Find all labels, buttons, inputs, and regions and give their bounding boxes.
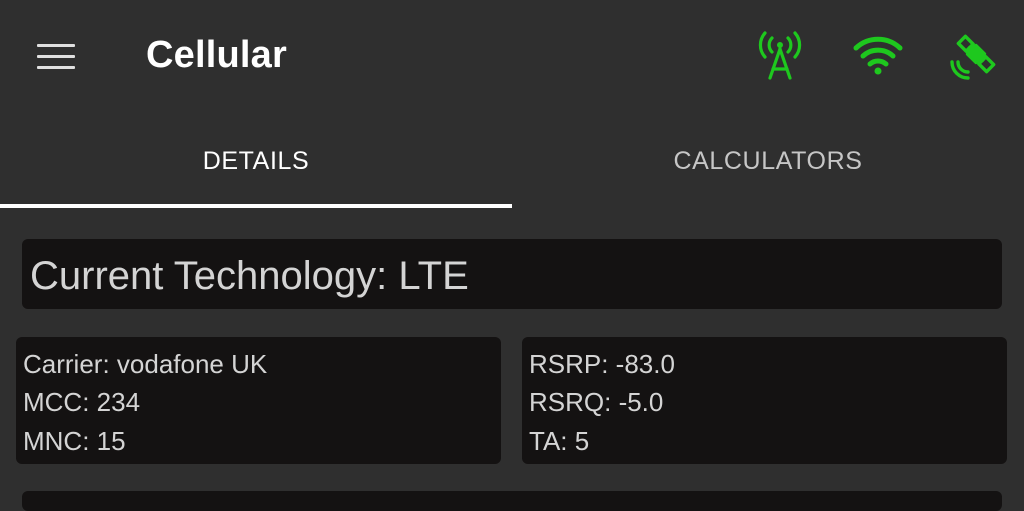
tab-bar: DETAILS CALCULATORS <box>0 112 1024 210</box>
mcc-label: MCC: 234 <box>23 387 141 417</box>
tab-details[interactable]: DETAILS <box>0 112 512 210</box>
signal-info-card: RSRP: -83.0 RSRQ: -5.0 TA: 5 <box>522 337 1007 464</box>
wifi-icon[interactable] <box>850 28 906 84</box>
tab-calculators[interactable]: CALCULATORS <box>512 112 1024 210</box>
current-technology-label: Current Technology: LTE <box>30 254 469 298</box>
network-info-card: Carrier: vodafone UK MCC: 234 MNC: 15 <box>16 337 501 464</box>
menu-button[interactable] <box>30 36 82 78</box>
hamburger-menu-icon-line <box>37 55 75 58</box>
page-title: Cellular <box>146 34 287 76</box>
mnc-label: MNC: 15 <box>23 426 126 456</box>
technology-card: Current Technology: LTE <box>22 239 1002 309</box>
hamburger-menu-icon-line <box>37 66 75 69</box>
carrier-label: Carrier: vodafone UK <box>23 349 268 379</box>
satellite-icon[interactable] <box>946 28 1002 84</box>
hamburger-menu-icon <box>37 44 75 47</box>
ta-label: TA: 5 <box>529 426 590 456</box>
rsrp-label: RSRP: -83.0 <box>529 349 675 379</box>
next-card <box>22 491 1002 511</box>
rsrq-label: RSRQ: -5.0 <box>529 387 664 417</box>
cell-tower-icon[interactable] <box>752 28 808 84</box>
active-tab-indicator <box>0 204 512 208</box>
app-bar: Cellular <box>0 0 1024 112</box>
